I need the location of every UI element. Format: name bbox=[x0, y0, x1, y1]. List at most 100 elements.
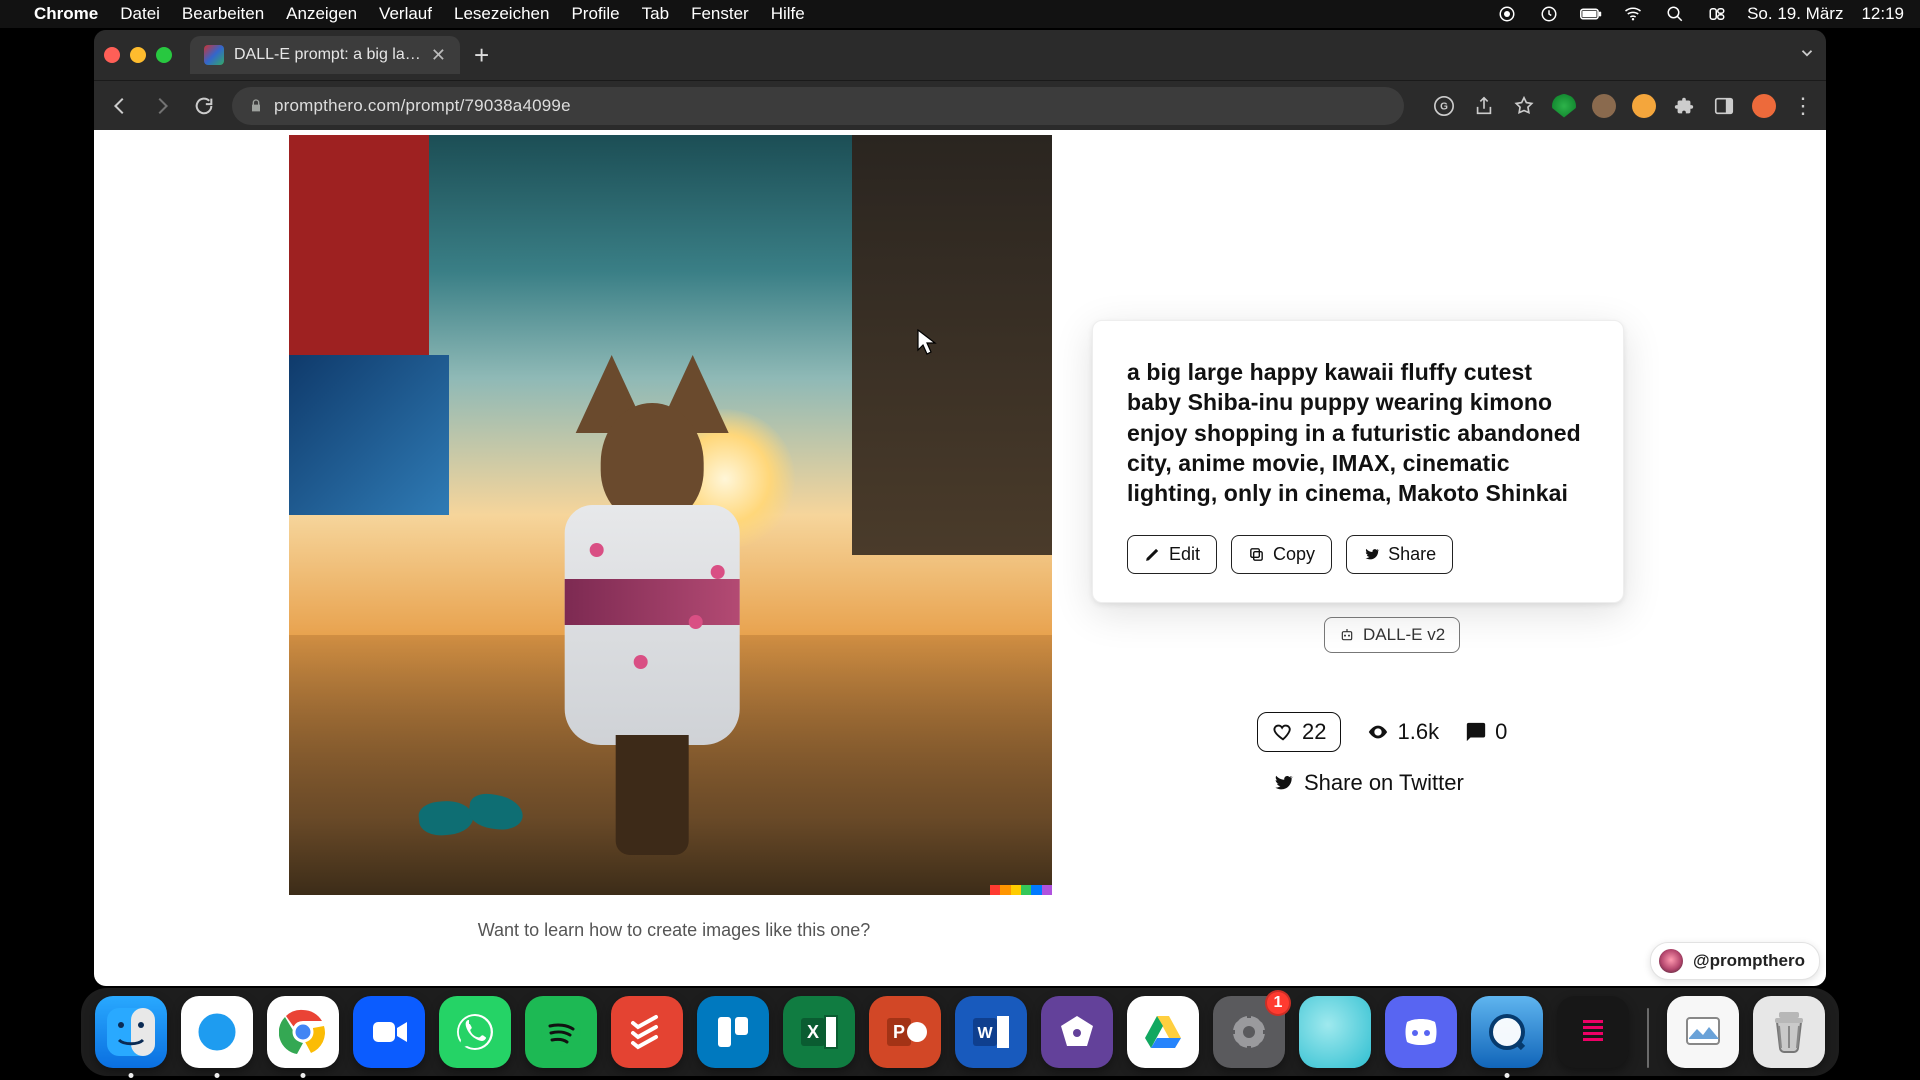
dock-imovie[interactable] bbox=[1041, 996, 1113, 1068]
twitter-icon bbox=[1363, 546, 1380, 563]
edit-label: Edit bbox=[1169, 544, 1200, 565]
dock-spotify[interactable] bbox=[525, 996, 597, 1068]
copy-label: Copy bbox=[1273, 544, 1315, 565]
share-button[interactable]: Share bbox=[1346, 535, 1453, 574]
translate-icon[interactable]: G bbox=[1432, 94, 1456, 118]
reload-button[interactable] bbox=[190, 92, 218, 120]
menu-anzeigen[interactable]: Anzeigen bbox=[286, 4, 357, 24]
tab-title: DALL-E prompt: a big large ha bbox=[234, 46, 421, 64]
clock-icon[interactable] bbox=[1537, 4, 1561, 24]
menubar-time[interactable]: 12:19 bbox=[1861, 4, 1904, 24]
heart-icon bbox=[1272, 721, 1294, 743]
menu-tab[interactable]: Tab bbox=[642, 4, 669, 24]
menu-verlauf[interactable]: Verlauf bbox=[379, 4, 432, 24]
page-content: a big large happy kawaii fluffy cutest b… bbox=[94, 130, 1826, 986]
menu-profile[interactable]: Profile bbox=[571, 4, 619, 24]
dock-google-drive[interactable] bbox=[1127, 996, 1199, 1068]
copy-button[interactable]: Copy bbox=[1231, 535, 1332, 574]
comments-stat[interactable]: 0 bbox=[1465, 719, 1507, 745]
window-controls bbox=[104, 47, 172, 63]
dock-safari[interactable] bbox=[181, 996, 253, 1068]
handle-label: @prompthero bbox=[1693, 951, 1805, 971]
dock-separator bbox=[1647, 1008, 1649, 1068]
pencil-icon bbox=[1144, 546, 1161, 563]
mouse-cursor-icon bbox=[917, 329, 937, 355]
dock-todoist[interactable] bbox=[611, 996, 683, 1068]
dock-settings[interactable]: 1 bbox=[1213, 996, 1285, 1068]
dock-word[interactable]: W bbox=[955, 996, 1027, 1068]
dock: X P W 1 bbox=[0, 988, 1920, 1076]
menubar-date[interactable]: So. 19. März bbox=[1747, 4, 1843, 24]
back-button[interactable] bbox=[106, 92, 134, 120]
menubar-app-name[interactable]: Chrome bbox=[34, 4, 98, 24]
record-icon[interactable] bbox=[1495, 4, 1519, 24]
extension-icon-1[interactable] bbox=[1592, 94, 1616, 118]
handle-avatar-icon bbox=[1659, 949, 1683, 973]
share-on-twitter-label: Share on Twitter bbox=[1304, 770, 1464, 796]
battery-icon[interactable] bbox=[1579, 4, 1603, 24]
model-chip-label: DALL-E v2 bbox=[1363, 625, 1445, 645]
generated-image[interactable] bbox=[289, 135, 1052, 895]
like-button[interactable]: 22 bbox=[1257, 712, 1341, 752]
lock-icon bbox=[248, 98, 264, 114]
extension-icon-2[interactable] bbox=[1632, 94, 1656, 118]
control-center-icon[interactable] bbox=[1705, 4, 1729, 24]
share-on-twitter-link[interactable]: Share on Twitter bbox=[1272, 770, 1464, 796]
menu-datei[interactable]: Datei bbox=[120, 4, 160, 24]
comment-icon bbox=[1465, 721, 1487, 743]
chrome-toolbar: prompthero.com/prompt/79038a4099e G ⋮ bbox=[94, 80, 1826, 130]
wifi-icon[interactable] bbox=[1621, 4, 1645, 24]
window-minimize-button[interactable] bbox=[130, 47, 146, 63]
menu-fenster[interactable]: Fenster bbox=[691, 4, 749, 24]
tab-favicon-icon bbox=[204, 45, 224, 65]
address-bar[interactable]: prompthero.com/prompt/79038a4099e bbox=[232, 87, 1404, 125]
extension-shield-icon[interactable] bbox=[1552, 94, 1576, 118]
dock-chrome[interactable] bbox=[267, 996, 339, 1068]
prompt-text[interactable]: a big large happy kawaii fluffy cutest b… bbox=[1127, 357, 1589, 509]
dock-quicktime[interactable] bbox=[1471, 996, 1543, 1068]
menu-bearbeiten[interactable]: Bearbeiten bbox=[182, 4, 264, 24]
window-maximize-button[interactable] bbox=[156, 47, 172, 63]
toolbar-actions: G ⋮ bbox=[1432, 94, 1814, 118]
extensions-puzzle-icon[interactable] bbox=[1672, 94, 1696, 118]
chrome-window: DALL-E prompt: a big large ha ✕ + prompt… bbox=[94, 30, 1826, 986]
browser-tab[interactable]: DALL-E prompt: a big large ha ✕ bbox=[190, 36, 460, 74]
tab-list-button[interactable] bbox=[1798, 44, 1816, 67]
model-chip[interactable]: DALL-E v2 bbox=[1324, 617, 1460, 653]
handle-pill[interactable]: @prompthero bbox=[1650, 942, 1820, 980]
share-icon[interactable] bbox=[1472, 94, 1496, 118]
sidepanel-icon[interactable] bbox=[1712, 94, 1736, 118]
dock-preview-stack[interactable] bbox=[1667, 996, 1739, 1068]
menu-lesezeichen[interactable]: Lesezeichen bbox=[454, 4, 549, 24]
svg-text:G: G bbox=[1440, 101, 1448, 112]
bookmark-star-icon[interactable] bbox=[1512, 94, 1536, 118]
dock-excel[interactable]: X bbox=[783, 996, 855, 1068]
dock-trello[interactable] bbox=[697, 996, 769, 1068]
settings-badge: 1 bbox=[1265, 990, 1291, 1016]
dock-whatsapp[interactable] bbox=[439, 996, 511, 1068]
stats-row: 22 1.6k 0 bbox=[1257, 712, 1507, 752]
edit-button[interactable]: Edit bbox=[1127, 535, 1217, 574]
svg-text:W: W bbox=[977, 1025, 993, 1042]
svg-text:X: X bbox=[807, 1022, 819, 1042]
dock-app-cyan[interactable] bbox=[1299, 996, 1371, 1068]
profile-avatar[interactable] bbox=[1752, 94, 1776, 118]
copy-icon bbox=[1248, 546, 1265, 563]
dock-trash[interactable] bbox=[1753, 996, 1825, 1068]
robot-icon bbox=[1339, 627, 1355, 643]
dock-powerpoint[interactable]: P bbox=[869, 996, 941, 1068]
dock-zoom[interactable] bbox=[353, 996, 425, 1068]
chrome-menu-button[interactable]: ⋮ bbox=[1792, 95, 1814, 117]
prompt-card: a big large happy kawaii fluffy cutest b… bbox=[1092, 320, 1624, 603]
menu-hilfe[interactable]: Hilfe bbox=[771, 4, 805, 24]
new-tab-button[interactable]: + bbox=[474, 42, 489, 68]
dock-app-dark[interactable] bbox=[1557, 996, 1629, 1068]
window-close-button[interactable] bbox=[104, 47, 120, 63]
tab-close-button[interactable]: ✕ bbox=[431, 46, 446, 64]
learn-text: Want to learn how to create images like … bbox=[394, 920, 954, 941]
forward-button[interactable] bbox=[148, 92, 176, 120]
dock-discord[interactable] bbox=[1385, 996, 1457, 1068]
dock-finder[interactable] bbox=[95, 996, 167, 1068]
search-icon[interactable] bbox=[1663, 4, 1687, 24]
twitter-icon bbox=[1272, 772, 1294, 794]
